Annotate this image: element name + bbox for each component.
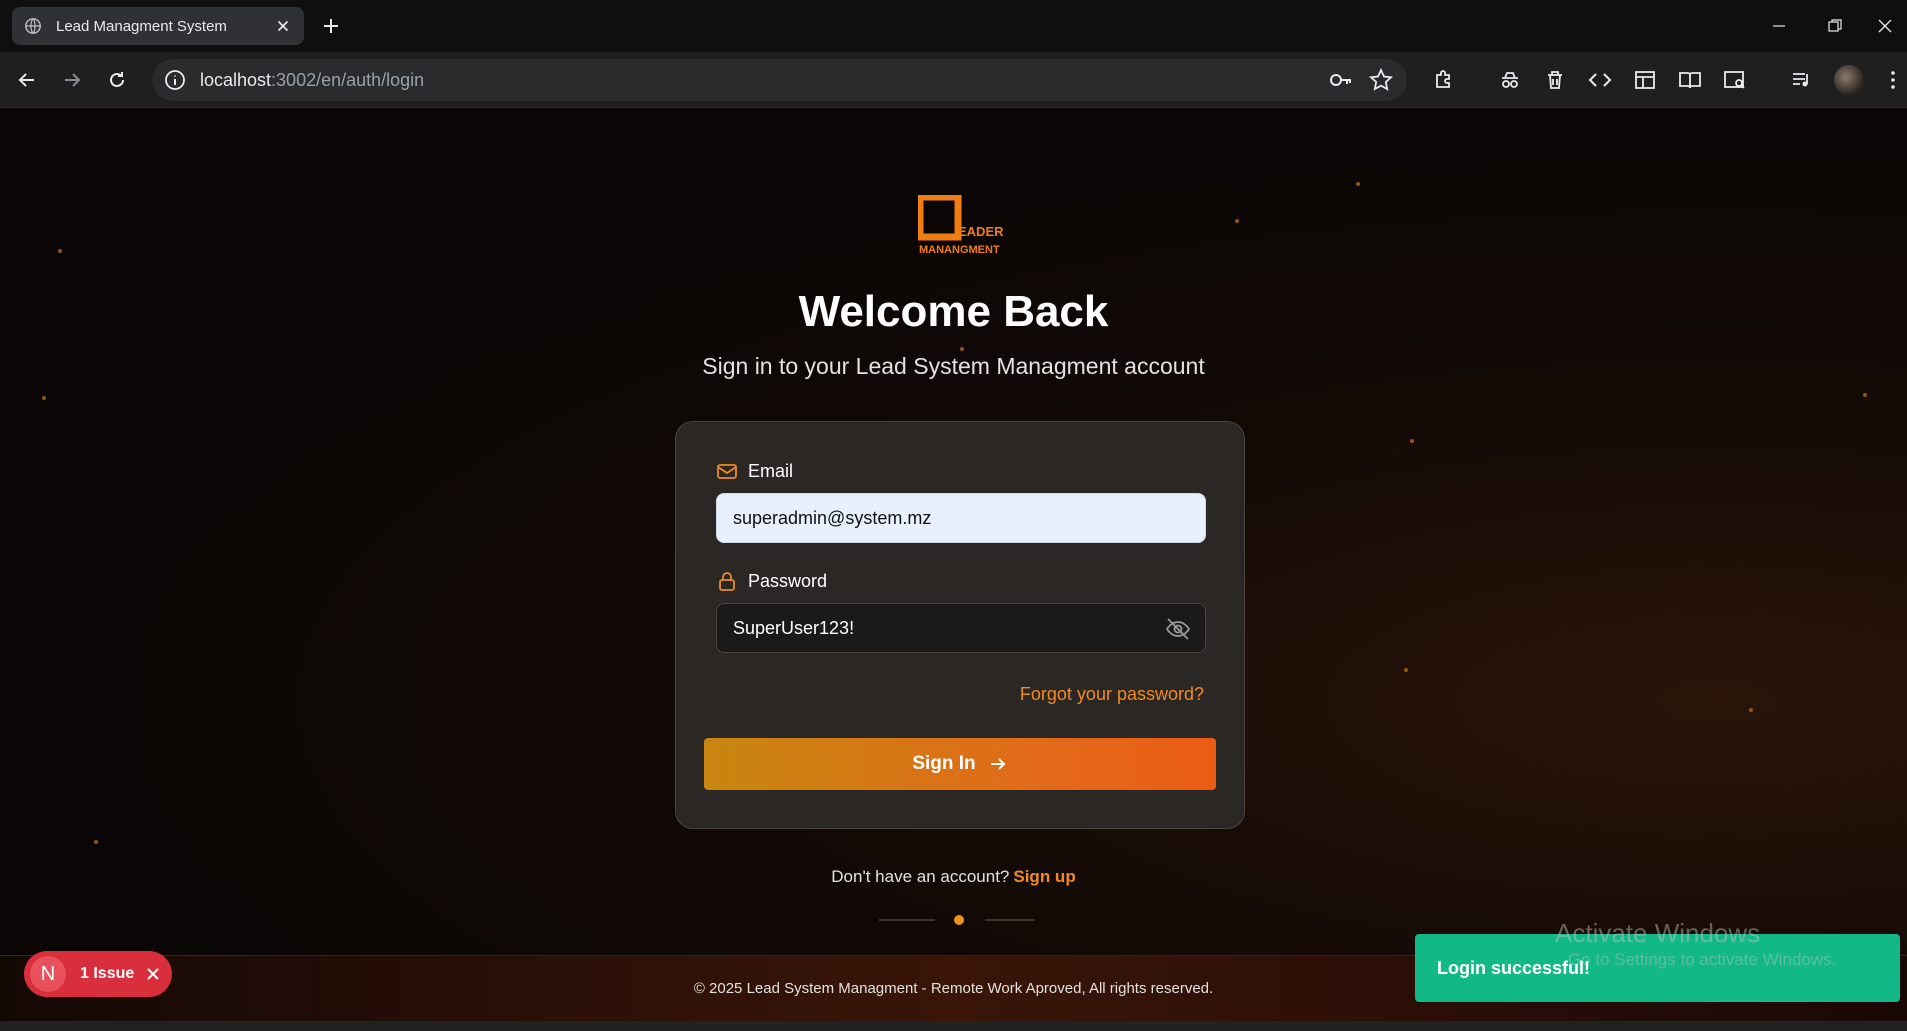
signup-prompt: Don't have an account? bbox=[831, 867, 1010, 886]
devtools-button[interactable] bbox=[1586, 66, 1614, 94]
password-label-row: Password bbox=[716, 570, 827, 592]
login-form-card: Email superadmin@system.mz Password Supe… bbox=[675, 421, 1245, 829]
browser-tab-bar: Lead Managment System bbox=[0, 0, 1907, 52]
logo-text-bottom: MANANGMENT bbox=[919, 244, 1000, 256]
leader-management-logo: EADER MANANGMENT bbox=[918, 195, 1004, 256]
site-info-icon[interactable] bbox=[164, 69, 186, 91]
menu-button[interactable] bbox=[1879, 66, 1907, 94]
extensions-button[interactable] bbox=[1430, 66, 1458, 94]
logo-text-top: EADER bbox=[958, 224, 1004, 239]
password-key-icon[interactable] bbox=[1328, 67, 1354, 93]
globe-icon bbox=[25, 18, 41, 34]
browser-toolbar: localhost:3002/en/auth/login bbox=[0, 52, 1907, 108]
forgot-password-link[interactable]: Forgot your password? bbox=[1020, 684, 1204, 705]
table-icon bbox=[1635, 71, 1655, 89]
password-field[interactable]: SuperUser123! bbox=[716, 603, 1206, 653]
puzzle-icon bbox=[1436, 70, 1450, 88]
reload-button[interactable] bbox=[103, 66, 131, 94]
trash-icon bbox=[1548, 71, 1562, 89]
page-subtitle: Sign in to your Lead System Managment ac… bbox=[702, 353, 1205, 379]
login-page: EADER MANANGMENT Welcome Back Sign in to… bbox=[0, 109, 1907, 955]
playlist-icon bbox=[1793, 73, 1808, 87]
browser-tab[interactable]: Lead Managment System bbox=[12, 7, 304, 45]
trash-button[interactable] bbox=[1541, 66, 1569, 94]
more-vert-icon bbox=[1891, 71, 1895, 89]
media-button[interactable] bbox=[1788, 66, 1816, 94]
book-icon bbox=[1679, 72, 1701, 89]
minimize-button[interactable] bbox=[1751, 0, 1807, 52]
email-value: superadmin@system.mz bbox=[733, 507, 932, 528]
address-bar[interactable]: localhost:3002/en/auth/login bbox=[152, 59, 1407, 101]
window-bottom-edge bbox=[0, 1021, 1907, 1031]
page-title: Welcome Back bbox=[798, 287, 1109, 336]
email-field[interactable]: superadmin@system.mz bbox=[716, 493, 1206, 543]
close-icon[interactable] bbox=[146, 967, 160, 981]
profile-avatar[interactable] bbox=[1834, 65, 1864, 95]
reading-mode-button[interactable] bbox=[1676, 66, 1704, 94]
incognito-button[interactable] bbox=[1496, 66, 1524, 94]
page-indicator bbox=[879, 915, 1035, 925]
issues-count-label: 1 Issue bbox=[80, 965, 135, 982]
background-particle bbox=[42, 396, 46, 400]
forward-button[interactable] bbox=[58, 66, 86, 94]
search-tab-button[interactable] bbox=[1721, 66, 1749, 94]
background-particle bbox=[1863, 393, 1867, 397]
background-particle bbox=[58, 249, 62, 253]
spy-icon bbox=[1502, 72, 1518, 88]
background-particle bbox=[1356, 182, 1360, 186]
tab-title: Lead Managment System bbox=[56, 17, 227, 35]
restore-icon bbox=[1828, 19, 1842, 32]
close-window-button[interactable] bbox=[1863, 0, 1907, 52]
issues-badge[interactable]: N 1 Issue bbox=[24, 951, 172, 997]
window-search-icon bbox=[1724, 71, 1745, 89]
forward-arrow-icon bbox=[65, 73, 81, 87]
close-icon bbox=[1878, 19, 1892, 33]
signup-link[interactable]: Sign up bbox=[1013, 867, 1075, 886]
close-tab-icon[interactable] bbox=[274, 17, 292, 35]
password-label: Password bbox=[748, 570, 828, 591]
background-particle bbox=[94, 840, 98, 844]
layout-button[interactable] bbox=[1631, 66, 1659, 94]
background-particle bbox=[1749, 708, 1753, 712]
mail-icon bbox=[717, 464, 737, 479]
background-particle bbox=[1235, 219, 1239, 223]
windows-watermark-title: Activate Windows bbox=[1555, 918, 1761, 948]
password-value: SuperUser123! bbox=[733, 617, 855, 638]
nextjs-badge-icon: N bbox=[30, 956, 66, 992]
signup-prompt-row: Don't have an account? Sign up bbox=[0, 867, 1907, 887]
background-particle bbox=[960, 347, 964, 351]
background-particle bbox=[1410, 439, 1414, 443]
sign-in-label: Sign In bbox=[912, 753, 976, 774]
restore-button[interactable] bbox=[1807, 0, 1863, 52]
code-icon bbox=[1588, 73, 1612, 87]
background-particle bbox=[1404, 668, 1408, 672]
email-label-row: Email bbox=[716, 460, 793, 482]
back-button[interactable] bbox=[13, 66, 41, 94]
lock-icon bbox=[719, 572, 735, 591]
minimize-icon bbox=[1773, 25, 1785, 27]
sign-in-button[interactable]: Sign In bbox=[704, 738, 1216, 790]
windows-watermark-subtitle: Go to Settings to activate Windows. bbox=[1568, 950, 1837, 969]
email-label: Email bbox=[748, 460, 794, 481]
arrow-right-icon bbox=[990, 758, 1006, 770]
url-text: localhost:3002/en/auth/login bbox=[200, 70, 424, 91]
reload-icon bbox=[110, 72, 124, 87]
url-path: :3002/en/auth/login bbox=[271, 69, 425, 90]
url-host: localhost bbox=[200, 69, 272, 90]
back-arrow-icon bbox=[18, 73, 34, 87]
bookmark-star-icon[interactable] bbox=[1368, 67, 1394, 93]
new-tab-icon[interactable] bbox=[318, 13, 344, 39]
eye-off-icon[interactable] bbox=[1165, 616, 1191, 642]
